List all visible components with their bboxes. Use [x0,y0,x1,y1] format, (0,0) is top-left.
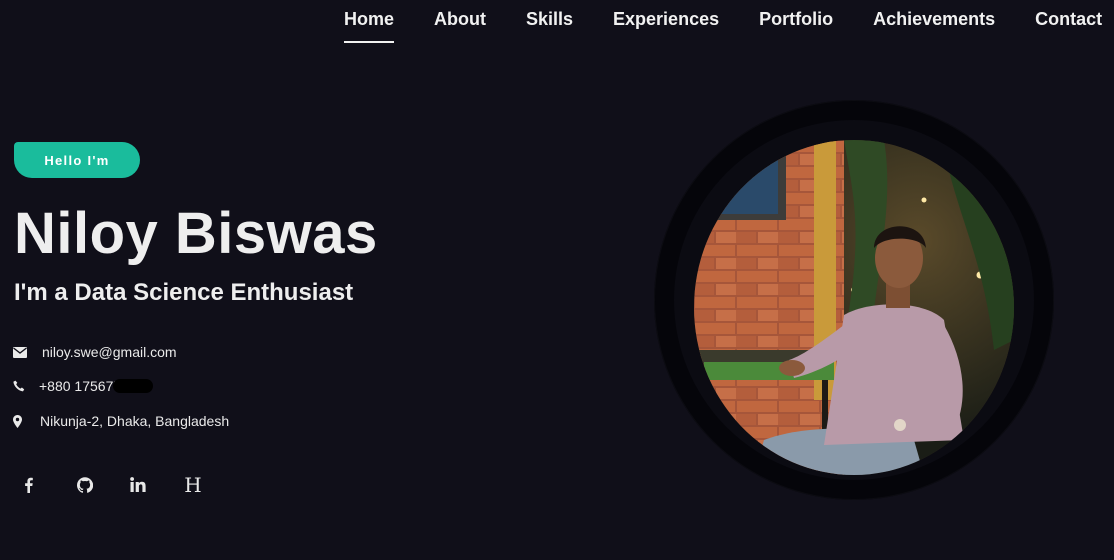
facebook-icon [24,477,33,498]
portfolio-page: Home About Skills Experiences Portfolio … [0,0,1114,560]
hero-name: Niloy Biswas [14,201,378,266]
contact-phone-row: +880 175677 [13,378,154,394]
hashnode-link[interactable]: H [179,472,232,502]
contact-email[interactable]: niloy.swe@gmail.com [42,344,177,360]
nav-experiences[interactable]: Experiences [613,0,719,30]
social-links: H [20,472,232,502]
linkedin-link[interactable] [126,472,179,502]
nav-contact[interactable]: Contact [1035,0,1102,30]
svg-text:H: H [184,476,201,494]
hashnode-icon: H [183,473,203,499]
contact-phone: +880 175677 [39,378,122,394]
phone-icon [13,380,39,392]
main-nav: Home About Skills Experiences Portfolio … [344,0,1102,44]
facebook-link[interactable] [20,472,73,502]
nav-home[interactable]: Home [344,0,395,43]
hello-badge: Hello I'm [14,142,140,178]
nav-skills[interactable]: Skills [526,0,573,30]
contact-email-row: niloy.swe@gmail.com [13,344,177,360]
linkedin-icon [130,477,146,497]
profile-photo [694,140,1014,475]
github-link[interactable] [73,472,126,502]
nav-portfolio[interactable]: Portfolio [759,0,833,30]
redaction-mark [113,379,154,393]
github-icon [77,476,94,498]
map-marker-icon [13,414,39,428]
contact-address-row: Nikunja-2, Dhaka, Bangladesh [13,413,229,429]
envelope-icon [13,346,39,358]
nav-achievements[interactable]: Achievements [873,0,995,30]
contact-address: Nikunja-2, Dhaka, Bangladesh [40,413,230,429]
nav-about[interactable]: About [434,0,486,30]
hero-tagline: I'm a Data Science Enthusiast [14,279,354,306]
